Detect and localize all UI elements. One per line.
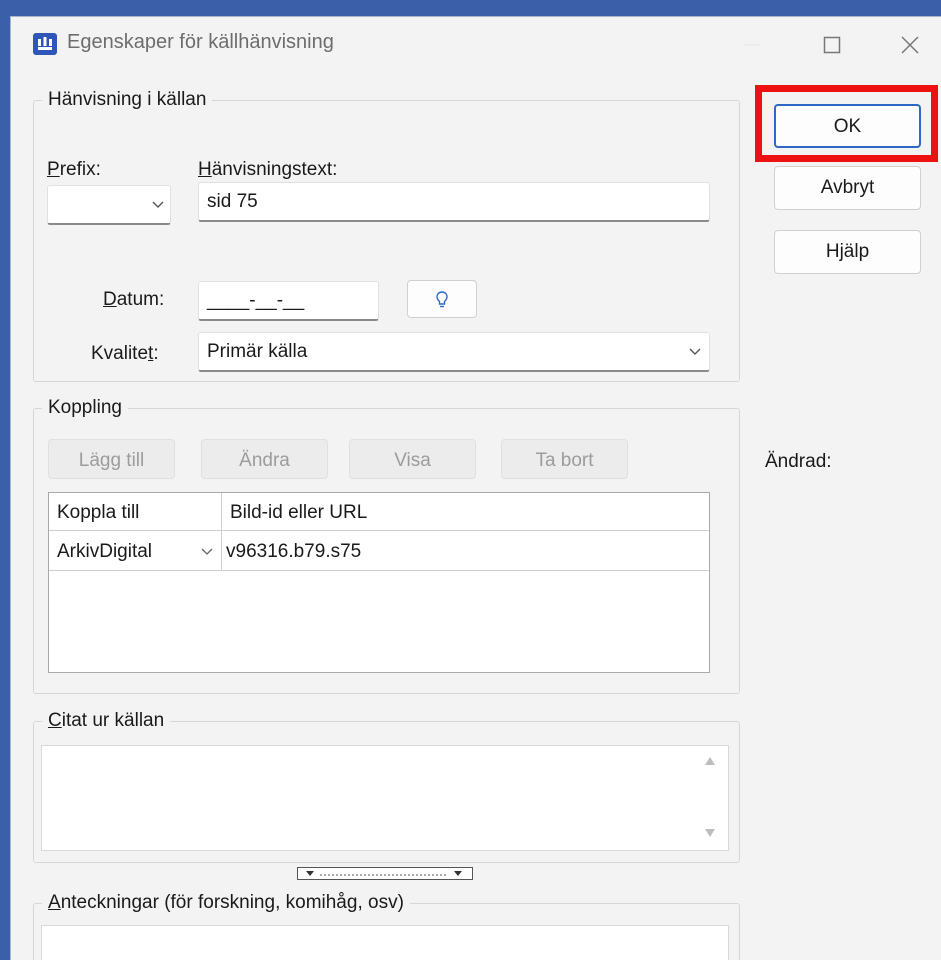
- ok-button[interactable]: OK: [774, 104, 921, 148]
- title-bar: Egenskaper för källhänvisning: [11, 17, 941, 75]
- date-helper-button[interactable]: [407, 280, 477, 318]
- section-splitter[interactable]: [297, 867, 473, 880]
- link-table: Koppla till Bild-id eller URL ArkivDigit…: [48, 492, 710, 673]
- quality-value: Primär källa: [207, 341, 308, 362]
- column-header-target[interactable]: Koppla till: [49, 493, 222, 531]
- quality-select[interactable]: Primär källa: [198, 332, 710, 372]
- maximize-button[interactable]: [807, 25, 857, 65]
- reference-text-label: Hänvisningstext:: [198, 159, 338, 180]
- date-value: ____-__-__: [207, 290, 305, 311]
- dialog-window: Egenskaper för källhänvisning Hänvisning…: [10, 16, 941, 960]
- quote-textarea[interactable]: [41, 745, 729, 851]
- maximize-icon: [823, 36, 841, 54]
- remove-link-button[interactable]: Ta bort: [501, 439, 628, 479]
- add-link-button[interactable]: Lägg till: [48, 439, 175, 479]
- close-button[interactable]: [885, 25, 935, 65]
- prefix-select[interactable]: [47, 185, 171, 225]
- chevron-down-icon: [201, 548, 213, 555]
- edit-link-button[interactable]: Ändra: [201, 439, 328, 479]
- notes-textarea[interactable]: [41, 925, 729, 960]
- lightbulb-icon: [436, 291, 448, 308]
- splitter-arrows-icon: [306, 871, 462, 876]
- window-title: Egenskaper för källhänvisning: [67, 31, 334, 53]
- table-row-target-cell[interactable]: ArkivDigital: [49, 531, 222, 571]
- notes-group-label: Anteckningar (för forskning, komihåg, os…: [42, 892, 410, 914]
- date-label: Datum:: [103, 289, 165, 310]
- minimize-button[interactable]: [727, 25, 777, 65]
- chevron-down-icon: [152, 201, 164, 208]
- scroll-down-icon[interactable]: [704, 828, 716, 838]
- prefix-label: Prefix:: [47, 159, 101, 180]
- help-button[interactable]: Hjälp: [774, 230, 921, 274]
- table-row-url-cell[interactable]: v96316.b79.s75: [222, 531, 709, 571]
- reference-text-input[interactable]: sid 75: [198, 182, 710, 222]
- changed-label: Ändrad:: [765, 451, 832, 472]
- quote-group-label: Citat ur källan: [42, 710, 171, 732]
- view-link-button[interactable]: Visa: [349, 439, 476, 479]
- date-input[interactable]: ____-__-__: [198, 281, 379, 321]
- reference-text-value: sid 75: [207, 191, 258, 212]
- cancel-button[interactable]: Avbryt: [774, 166, 921, 210]
- app-icon: [33, 33, 57, 55]
- quality-label: Kvalitet:: [91, 343, 159, 364]
- close-icon: [901, 36, 919, 54]
- link-group-label: Koppling: [42, 397, 128, 419]
- chevron-down-icon: [689, 348, 701, 355]
- scroll-up-icon[interactable]: [704, 756, 716, 766]
- column-header-url[interactable]: Bild-id eller URL: [222, 493, 709, 531]
- reference-group-label: Hänvisning i källan: [42, 89, 213, 111]
